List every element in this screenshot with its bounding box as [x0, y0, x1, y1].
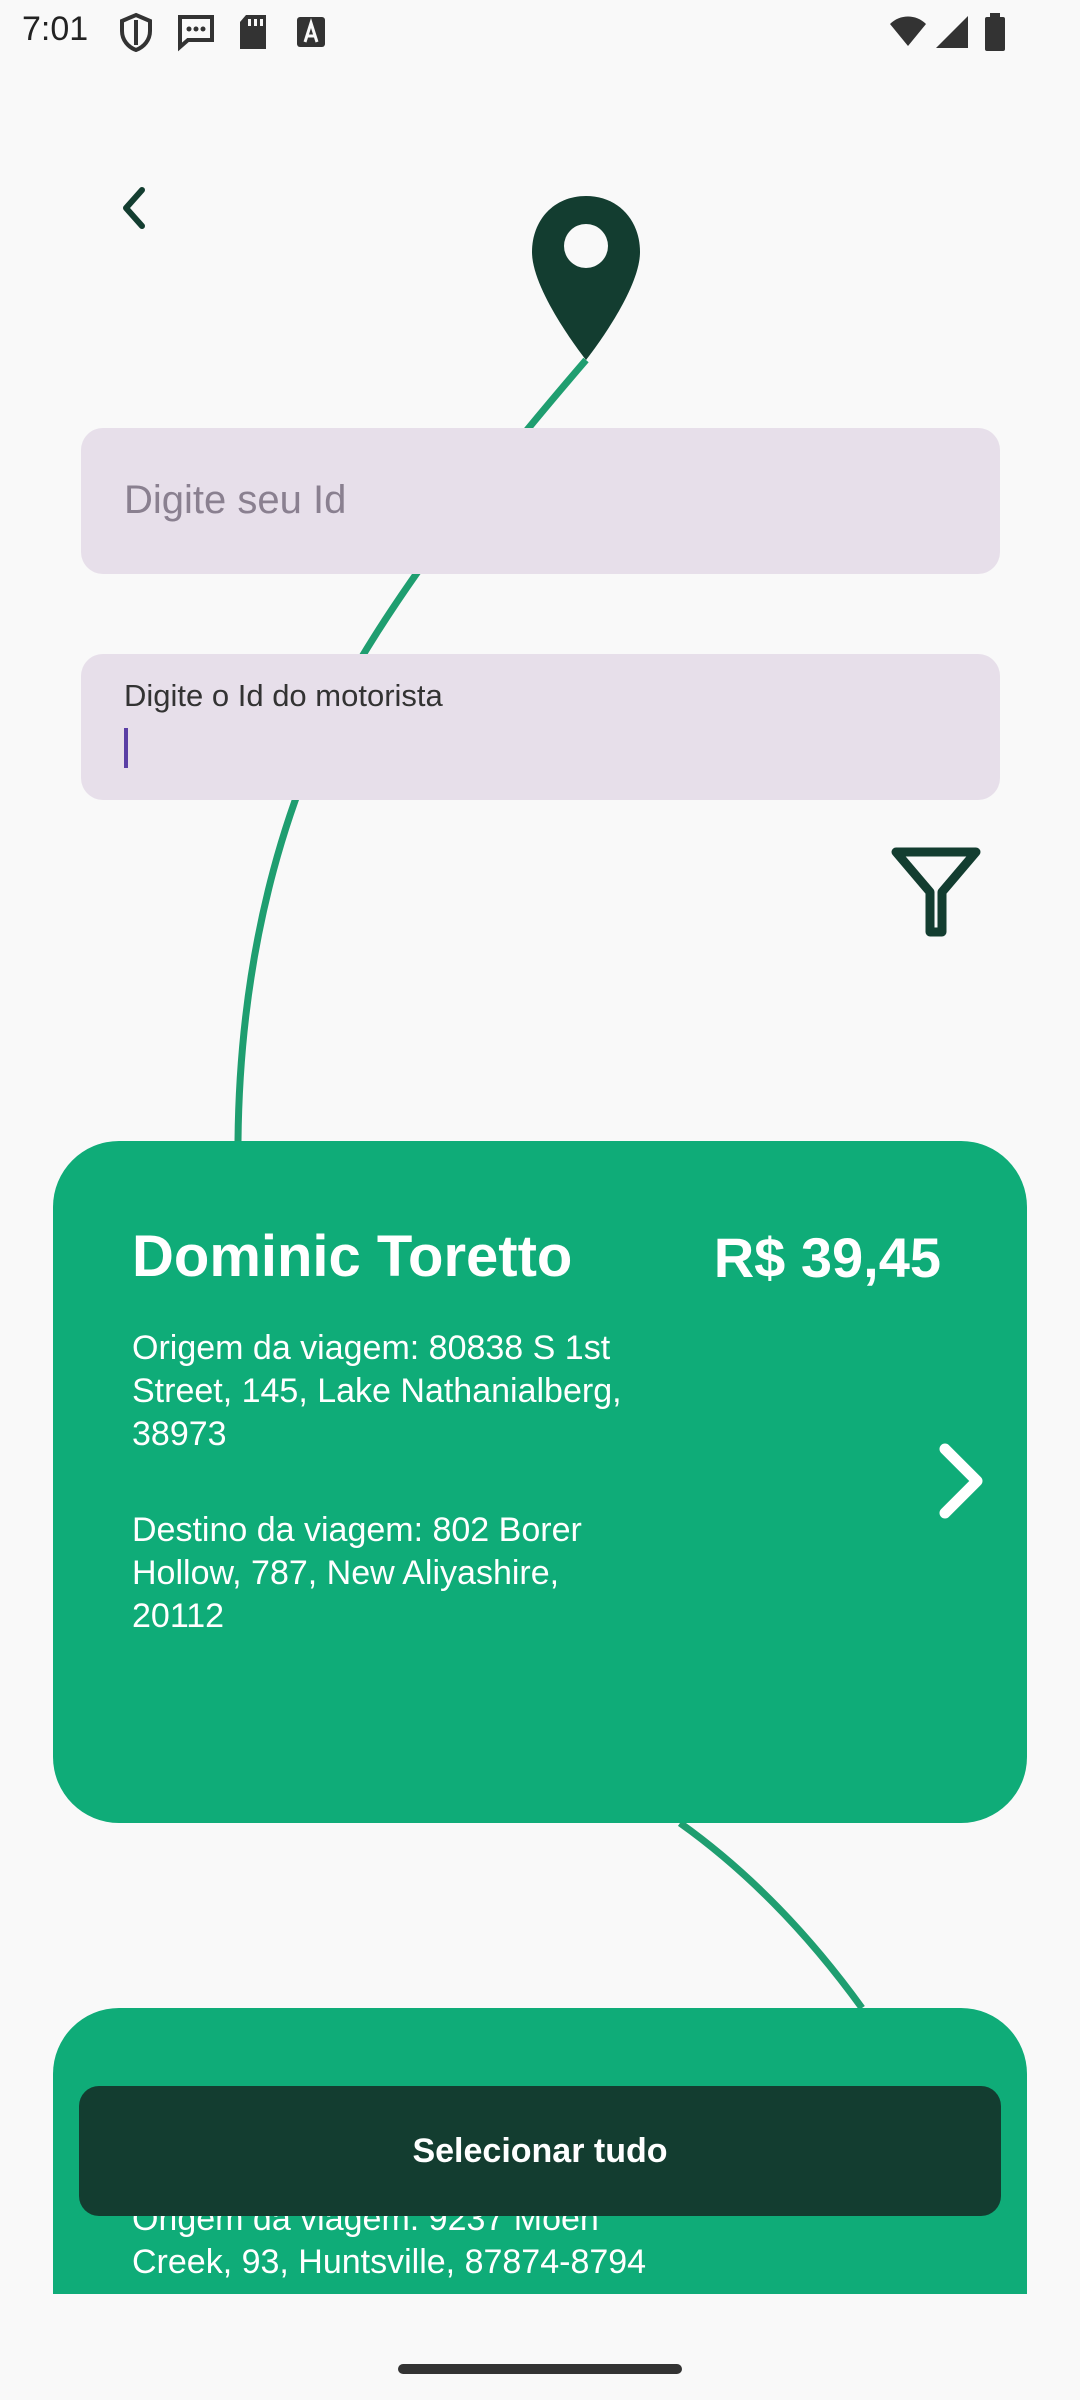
- user-id-placeholder: Digite seu Id: [124, 478, 347, 522]
- select-all-button[interactable]: Selecionar tudo: [79, 2086, 1001, 2216]
- back-icon[interactable]: [108, 180, 164, 236]
- ride-origin: Origem da viagem: 80838 S 1st Street, 14…: [132, 1329, 622, 1453]
- driver-id-label: Digite o Id do motorista: [124, 678, 443, 713]
- driver-name: Dominic Toretto: [132, 1224, 573, 1289]
- ride-price: R$ 39,45: [713, 1226, 941, 1289]
- driver-id-input[interactable]: Digite o Id do motorista: [81, 654, 1000, 800]
- map-pin-icon: [532, 196, 640, 360]
- ride-destination: Destino da viagem: 802 Borer Hollow, 787…: [132, 1511, 582, 1635]
- chevron-right-icon[interactable]: [919, 1441, 999, 1521]
- text-caret: [124, 728, 128, 768]
- filter-icon[interactable]: [890, 846, 982, 938]
- home-indicator[interactable]: [398, 2364, 682, 2374]
- ride-card[interactable]: Dominic Toretto R$ 39,45 Origem da viage…: [53, 1141, 1027, 1823]
- user-id-input[interactable]: Digite seu Id: [81, 428, 1000, 574]
